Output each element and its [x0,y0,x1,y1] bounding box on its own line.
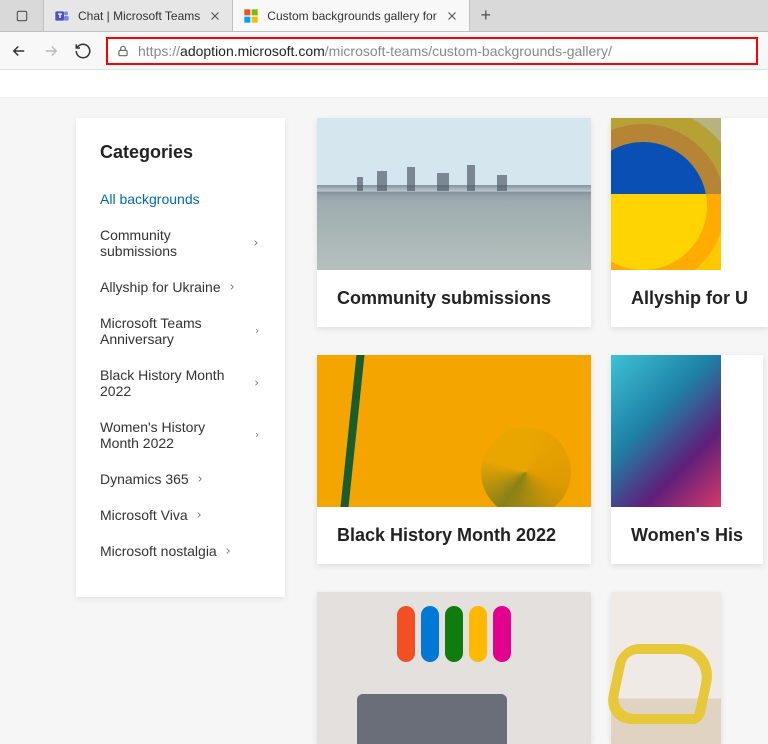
new-tab-button[interactable]: + [470,0,502,31]
card-thumbnail [317,592,591,744]
card-community-submissions[interactable]: Community submissions [317,118,591,327]
forward-button[interactable] [42,42,60,60]
lock-icon [116,44,130,58]
page-header-strip [0,70,768,98]
tab-title: Custom backgrounds gallery for [267,9,436,23]
sidebar-item-label: Women's History Month 2022 [100,419,247,451]
sidebar-item-all-backgrounds[interactable]: All backgrounds [100,181,261,217]
chevron-right-icon [194,510,204,520]
sidebar-item-label: Microsoft Viva [100,507,188,523]
sidebar-item-black-history[interactable]: Black History Month 2022 [100,357,261,409]
card-black-history[interactable]: Black History Month 2022 [317,355,591,564]
chevron-right-icon [253,326,261,336]
tab-bar: Chat | Microsoft Teams Custom background… [0,0,768,32]
card-allyship-ukraine[interactable]: Allyship for U [611,118,768,327]
sidebar-item-community-submissions[interactable]: Community submissions [100,217,261,269]
sidebar-item-label: Microsoft Teams Anniversary [100,315,247,347]
sidebar-title: Categories [100,142,261,163]
card-label: Community submissions [317,270,591,327]
card-chair[interactable] [611,592,721,744]
sidebar-item-teams-anniversary[interactable]: Microsoft Teams Anniversary [100,305,261,357]
sidebar-item-dynamics[interactable]: Dynamics 365 [100,461,261,497]
card-womens-history[interactable]: Women's His [611,355,763,564]
card-thumbnail [611,355,721,507]
sidebar-item-allyship-ukraine[interactable]: Allyship for Ukraine [100,269,261,305]
sidebar-item-label: All backgrounds [100,191,200,207]
sidebar-item-viva[interactable]: Microsoft Viva [100,497,261,533]
categories-sidebar: Categories All backgrounds Community sub… [76,118,285,597]
sidebar-item-label: Allyship for Ukraine [100,279,221,295]
chevron-right-icon [253,430,261,440]
chevron-right-icon [251,238,261,248]
gallery-row: Black History Month 2022 Women's His [317,355,768,564]
card-thumbnail [611,592,721,744]
card-office[interactable] [317,592,591,744]
url-text: https://adoption.microsoft.com/microsoft… [138,43,612,59]
tab-teams[interactable]: Chat | Microsoft Teams [44,0,233,31]
close-icon[interactable] [208,9,222,23]
sidebar-item-label: Community submissions [100,227,245,259]
refresh-button[interactable] [74,42,92,60]
card-thumbnail [317,118,591,270]
sidebar-item-nostalgia[interactable]: Microsoft nostalgia [100,533,261,569]
chevron-right-icon [252,378,261,388]
back-button[interactable] [10,42,28,60]
tab-actions-button[interactable] [0,0,44,31]
chevron-right-icon [223,546,233,556]
microsoft-icon [243,8,259,24]
close-icon[interactable] [445,9,459,23]
gallery-grid: Community submissions Allyship for U Bla… [317,118,768,744]
chevron-right-icon [195,474,205,484]
page-content: Categories All backgrounds Community sub… [0,98,768,744]
tab-backgrounds[interactable]: Custom backgrounds gallery for [233,0,469,31]
card-thumbnail [611,118,721,270]
tab-title: Chat | Microsoft Teams [78,9,200,23]
card-thumbnail [317,355,591,507]
gallery-row [317,592,768,744]
sidebar-item-womens-history[interactable]: Women's History Month 2022 [100,409,261,461]
card-label: Women's His [611,507,763,564]
gallery-row: Community submissions Allyship for U [317,118,768,327]
sidebar-item-label: Dynamics 365 [100,471,189,487]
card-label: Black History Month 2022 [317,507,591,564]
teams-icon [54,8,70,24]
sidebar-item-label: Microsoft nostalgia [100,543,217,559]
address-bar[interactable]: https://adoption.microsoft.com/microsoft… [106,37,758,65]
browser-toolbar: https://adoption.microsoft.com/microsoft… [0,32,768,70]
card-label: Allyship for U [611,270,768,327]
sidebar-item-label: Black History Month 2022 [100,367,246,399]
chevron-right-icon [227,282,237,292]
